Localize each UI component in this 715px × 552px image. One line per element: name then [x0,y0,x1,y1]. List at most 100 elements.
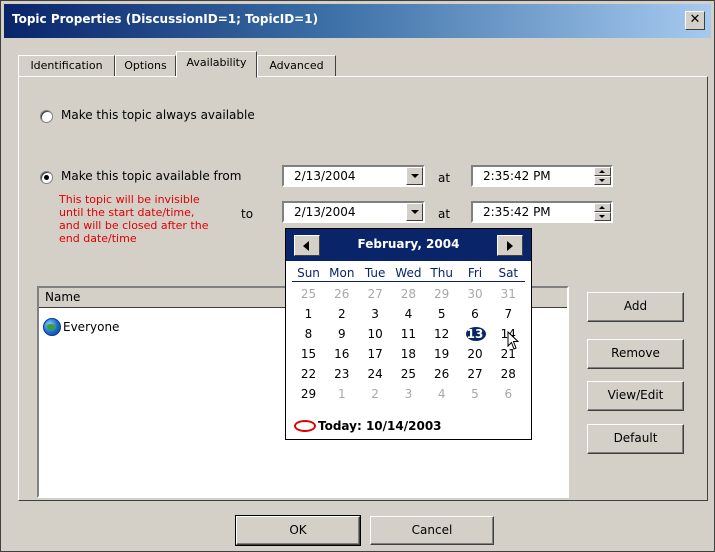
calendar-day[interactable]: 3 [392,385,425,403]
calendar-day[interactable]: 9 [325,325,358,343]
calendar-day[interactable]: 6 [492,385,525,403]
calendar-day[interactable]: 27 [459,365,492,383]
calendar-day[interactable]: 4 [425,385,458,403]
calendar-day-headers: Sun Mon Tue Wed Thu Fri Sat [292,265,525,282]
today-circle-icon [294,420,316,432]
calendar-day[interactable]: 23 [325,365,358,383]
remove-button-label: Remove [611,346,660,360]
calendar-month-title: February, 2004 [357,237,460,251]
title-bar[interactable]: Topic Properties (DiscussionID=1; TopicI… [4,4,711,38]
calendar-header: February, 2004 [286,229,531,261]
to-time-field[interactable]: 2:35:42 PM [471,201,613,223]
calendar-day[interactable]: 11 [392,325,425,343]
cancel-button-label: Cancel [411,523,453,537]
tab-options[interactable]: Options [115,55,176,77]
spin-up-icon[interactable] [594,167,611,176]
calendar-day[interactable]: 30 [459,285,492,303]
calendar-dow-label: Wed [395,266,422,280]
calendar-today-link[interactable]: Today: 10/14/2003 [294,419,442,433]
from-at-label: at [438,171,451,185]
add-button[interactable]: Add [587,292,684,322]
calendar-day[interactable]: 12 [425,325,458,343]
calendar-day[interactable]: 5 [459,385,492,403]
ok-button-label: OK [289,523,307,537]
calendar-day[interactable]: 31 [492,285,525,303]
always-available-radio[interactable] [40,110,53,123]
calendar-day[interactable]: 22 [292,365,325,383]
next-month-button[interactable] [497,235,523,256]
from-date-combo[interactable]: 2/13/2004 [282,165,425,187]
tab-availability[interactable]: Availability [176,51,257,78]
column-name-label: Name [45,290,81,304]
topic-properties-dialog: Topic Properties (DiscussionID=1; TopicI… [0,0,715,552]
calendar-dropdown[interactable]: February, 2004 Sun Mon Tue Wed Thu Fri Sat 25 2… [285,228,532,440]
calendar-dow-label: Tue [364,266,386,280]
calendar-day[interactable]: 20 [459,345,492,363]
calendar-day[interactable]: 16 [325,345,358,363]
calendar-day[interactable]: 6 [459,305,492,323]
from-date-value: 2/13/2004 [294,169,356,183]
chevron-down-icon[interactable] [406,167,423,185]
calendar-day[interactable]: 29 [425,285,458,303]
window-title: Topic Properties (DiscussionID=1; TopicI… [12,12,319,26]
tab-label: Options [124,59,167,72]
calendar-day[interactable]: 24 [359,365,392,383]
calendar-day[interactable]: 1 [292,305,325,323]
calendar-day[interactable]: 2 [325,305,358,323]
mouse-cursor-icon [507,331,520,350]
calendar-day[interactable]: 25 [392,365,425,383]
tab-label: Identification [30,59,103,72]
default-button[interactable]: Default [587,424,684,454]
calendar-day[interactable]: 19 [425,345,458,363]
from-time-field[interactable]: 2:35:42 PM [471,165,613,187]
calendar-day[interactable]: 1 [325,385,358,403]
add-button-label: Add [623,299,648,313]
calendar-dow-label: Mon [329,266,355,280]
calendar-day[interactable]: 10 [359,325,392,343]
chevron-down-icon[interactable] [406,203,423,221]
list-item-name: Everyone [63,320,120,334]
tab-label: Advanced [269,59,324,72]
calendar-day[interactable]: 26 [425,365,458,383]
to-time-spinner[interactable] [594,203,611,221]
calendar-day[interactable]: 7 [492,305,525,323]
tab-advanced[interactable]: Advanced [257,55,336,77]
calendar-day[interactable]: 5 [425,305,458,323]
calendar-day-grid[interactable]: 2526272829303112345678910111213141516171… [292,285,525,411]
spin-down-icon[interactable] [594,176,611,185]
calendar-day[interactable]: 2 [359,385,392,403]
calendar-dow-label: Sat [498,266,519,280]
calendar-day[interactable]: 8 [292,325,325,343]
calendar-day[interactable]: 26 [325,285,358,303]
tab-identification[interactable]: Identification [18,55,115,77]
tab-label: Availability [186,56,247,69]
ok-button[interactable]: OK [235,515,361,546]
remove-button[interactable]: Remove [587,339,684,369]
calendar-day[interactable]: 3 [359,305,392,323]
to-date-value: 2/13/2004 [294,205,356,219]
default-button-label: Default [613,431,658,445]
calendar-day[interactable]: 4 [392,305,425,323]
calendar-day[interactable]: 29 [292,385,325,403]
calendar-day[interactable]: 25 [292,285,325,303]
calendar-day-selected[interactable]: 13 [459,325,492,343]
calendar-day[interactable]: 17 [359,345,392,363]
calendar-day[interactable]: 28 [392,285,425,303]
calendar-day[interactable]: 15 [292,345,325,363]
calendar-day[interactable]: 27 [359,285,392,303]
calendar-day[interactable]: 18 [392,345,425,363]
calendar-day[interactable]: 28 [492,365,525,383]
spin-down-icon[interactable] [594,212,611,221]
calendar-dow-label: Sun [297,266,320,280]
close-button[interactable]: ✕ [685,11,705,30]
to-date-combo[interactable]: 2/13/2004 [282,201,425,223]
availability-note: This topic will be invisible until the s… [59,193,209,245]
always-available-label: Make this topic always available [61,108,255,122]
available-from-radio[interactable] [40,171,53,184]
view-edit-button[interactable]: View/Edit [587,381,684,411]
today-label: Today: 10/14/2003 [318,419,442,433]
from-time-spinner[interactable] [594,167,611,185]
cancel-button[interactable]: Cancel [370,516,494,545]
spin-up-icon[interactable] [594,203,611,212]
globe-icon [43,318,61,336]
